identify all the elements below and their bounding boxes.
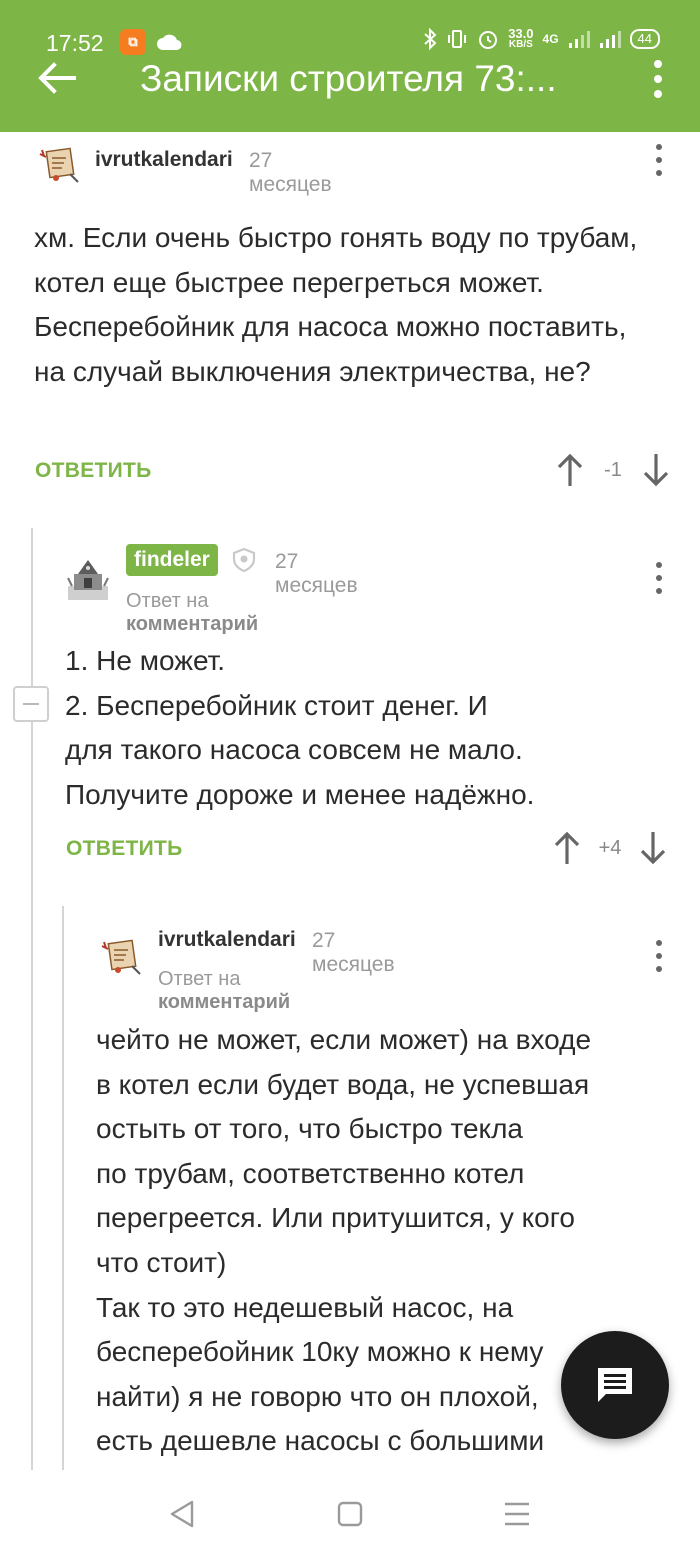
page-title: Записки строителя 73:... [140,58,557,99]
avatar[interactable] [98,936,144,976]
bluetooth-icon [424,28,437,50]
comment-rating: +4 [598,836,622,859]
vibrate-icon [448,30,467,48]
mi-icon: ⧉ [120,29,146,55]
system-nav-bar [0,1470,700,1556]
arrow-up-icon[interactable] [552,830,582,866]
app-header: 17:52 ⧉ 33.0 KB/S 4G 44 Записки строител… [0,0,700,132]
cloud-icon [157,34,182,51]
comment-rating: -1 [604,458,622,481]
comment-author[interactable]: findeler [126,544,218,576]
thread-line [62,906,64,1470]
comment-text: хм. Если очень быстро гонять воду по тру… [34,222,638,387]
signal-icon [599,31,621,48]
network-type: 4G [542,32,559,46]
more-vert-icon[interactable] [654,562,664,594]
shield-icon [232,547,256,573]
new-comment-button[interactable] [561,1331,669,1439]
reply-button[interactable]: ОТВЕТИТЬ [35,459,152,483]
status-bar: 17:52 ⧉ 33.0 KB/S 4G 44 [0,0,700,56]
thread-line [31,528,33,1470]
reply-to: Ответ на комментарий [126,590,259,635]
arrow-down-icon[interactable] [638,830,668,866]
more-vert-icon[interactable] [654,144,664,176]
comment-author[interactable]: ivrutkalendari [158,928,296,952]
arrow-left-icon[interactable] [34,58,78,98]
chat-icon [598,1368,632,1402]
comment-time: 27 месяцев [249,149,332,196]
more-vert-icon[interactable] [654,940,664,972]
arrow-up-icon[interactable] [555,452,585,488]
recents-menu-icon[interactable] [499,1496,535,1532]
back-triangle-icon[interactable] [166,1496,202,1532]
reply-to-link[interactable]: комментарий [126,613,258,635]
avatar[interactable] [64,556,112,604]
comment-time: 27 месяцев [312,929,395,976]
comment-text: 1. Не может. 2. Бесперебойник стоит дене… [65,645,535,810]
arrow-down-icon[interactable] [641,452,671,488]
reply-button[interactable]: ОТВЕТИТЬ [66,837,183,861]
status-time: 17:52 [46,30,104,56]
home-square-icon[interactable] [332,1496,368,1532]
comment-time: 27 месяцев [275,550,358,597]
signal-icon [568,31,590,48]
collapse-thread-button[interactable] [13,686,49,722]
reply-to: Ответ на комментарий [158,968,291,1013]
reply-to-link[interactable]: комментарий [158,991,290,1013]
avatar[interactable] [36,144,82,184]
alarm-icon [479,31,498,49]
more-vert-icon[interactable] [648,60,668,98]
network-speed: 33.0 KB/S [508,26,534,50]
comment-author[interactable]: ivrutkalendari [95,148,233,172]
battery-icon: 44 [629,29,660,49]
